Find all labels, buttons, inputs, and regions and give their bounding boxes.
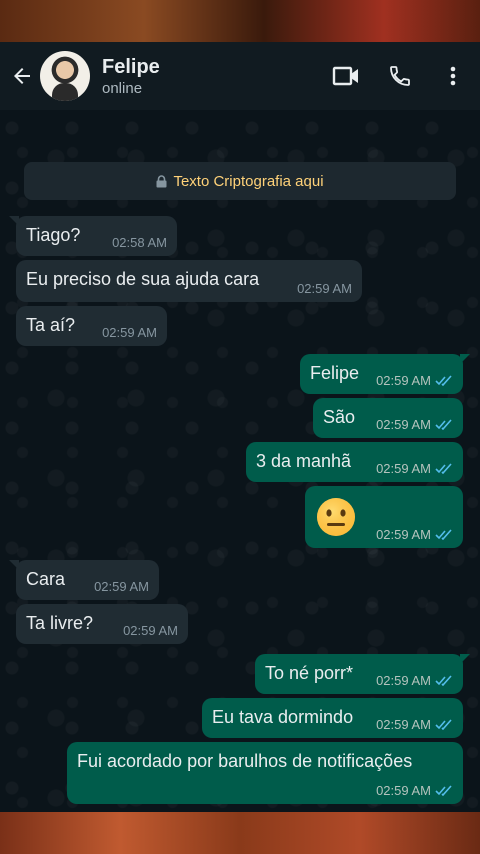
message-time: 02:59 AM bbox=[376, 783, 431, 798]
contact-status: online bbox=[102, 80, 143, 97]
encryption-text: Texto Criptografia aqui bbox=[173, 172, 324, 190]
message-bubble-incoming[interactable]: Cara 02:59 AM bbox=[9, 560, 159, 600]
message-bubble-outgoing[interactable]: 02:59 AM bbox=[305, 486, 463, 548]
video-camera-icon bbox=[332, 66, 358, 86]
message-text: To né porr* bbox=[265, 663, 354, 683]
message-bubble-outgoing[interactable]: Eu tava dormindo 02:59 AM bbox=[202, 698, 463, 738]
background-photo-bottom bbox=[0, 812, 480, 854]
back-button[interactable] bbox=[8, 60, 36, 92]
message-text: Eu preciso de sua ajuda cara bbox=[26, 269, 260, 289]
message-time: 02:59 AM bbox=[297, 281, 352, 296]
double-check-read-icon bbox=[435, 375, 452, 386]
message-time: 02:59 AM bbox=[376, 417, 431, 432]
double-check-read-icon bbox=[435, 419, 452, 430]
message-time: 02:59 AM bbox=[376, 527, 431, 542]
voice-call-button[interactable] bbox=[384, 60, 416, 92]
more-vertical-icon bbox=[450, 66, 456, 86]
double-check-read-icon bbox=[435, 675, 452, 686]
message-text: Eu tava dormindo bbox=[212, 707, 354, 727]
message-bubble-outgoing[interactable]: To né porr* 02:59 AM bbox=[255, 654, 470, 694]
message-text: 3 da manhã bbox=[256, 451, 352, 471]
video-call-button[interactable] bbox=[330, 60, 362, 92]
neutral-face-emoji bbox=[315, 496, 357, 543]
avatar[interactable] bbox=[40, 51, 90, 101]
chat-screen: Felipe online Texto Criptografia aqui Ti… bbox=[0, 42, 480, 812]
chat-header: Felipe online bbox=[0, 42, 480, 110]
message-bubble-outgoing[interactable]: 3 da manhã 02:59 AM bbox=[246, 442, 463, 482]
message-time: 02:59 AM bbox=[123, 623, 178, 638]
contact-info[interactable]: Felipe online bbox=[102, 55, 160, 99]
double-check-read-icon bbox=[435, 719, 452, 730]
contact-name: Felipe bbox=[102, 56, 160, 78]
message-time: 02:59 AM bbox=[376, 373, 431, 388]
message-time: 02:59 AM bbox=[102, 325, 157, 340]
double-check-read-icon bbox=[435, 529, 452, 540]
message-time: 02:59 AM bbox=[376, 673, 431, 688]
message-time: 02:59 AM bbox=[376, 717, 431, 732]
message-bubble-outgoing[interactable]: São 02:59 AM bbox=[313, 398, 463, 438]
phone-icon bbox=[390, 66, 410, 86]
message-bubble-incoming[interactable]: Eu preciso de sua ajuda cara 02:59 AM bbox=[16, 260, 362, 302]
message-bubble-incoming[interactable]: Ta aí? 02:59 AM bbox=[16, 306, 167, 346]
message-time: 02:59 AM bbox=[376, 461, 431, 476]
message-text: Cara bbox=[26, 569, 66, 589]
message-bubble-incoming[interactable]: Tiago? 02:58 AM bbox=[9, 216, 177, 256]
double-check-read-icon bbox=[435, 463, 452, 474]
arrow-left-icon bbox=[14, 68, 30, 84]
message-text: São bbox=[323, 407, 356, 427]
message-text: Tiago? bbox=[26, 225, 81, 245]
message-text: Felipe bbox=[310, 363, 360, 383]
message-bubble-outgoing[interactable]: Felipe 02:59 AM bbox=[300, 354, 470, 394]
menu-button[interactable] bbox=[437, 60, 469, 92]
message-time: 02:58 AM bbox=[112, 235, 167, 250]
double-check-read-icon bbox=[435, 785, 452, 796]
message-text: Ta livre? bbox=[26, 613, 94, 633]
message-bubble-incoming[interactable]: Ta livre? 02:59 AM bbox=[16, 604, 188, 644]
encryption-notice[interactable]: Texto Criptografia aqui bbox=[24, 162, 456, 200]
message-text: Fui acordado por barulhos de notificaçõe… bbox=[77, 751, 413, 771]
message-text: Ta aí? bbox=[26, 315, 76, 335]
message-bubble-outgoing[interactable]: Fui acordado por barulhos de notificaçõe… bbox=[67, 742, 463, 804]
background-photo-top bbox=[0, 0, 480, 42]
lock-icon bbox=[156, 174, 167, 188]
message-time: 02:59 AM bbox=[94, 579, 149, 594]
